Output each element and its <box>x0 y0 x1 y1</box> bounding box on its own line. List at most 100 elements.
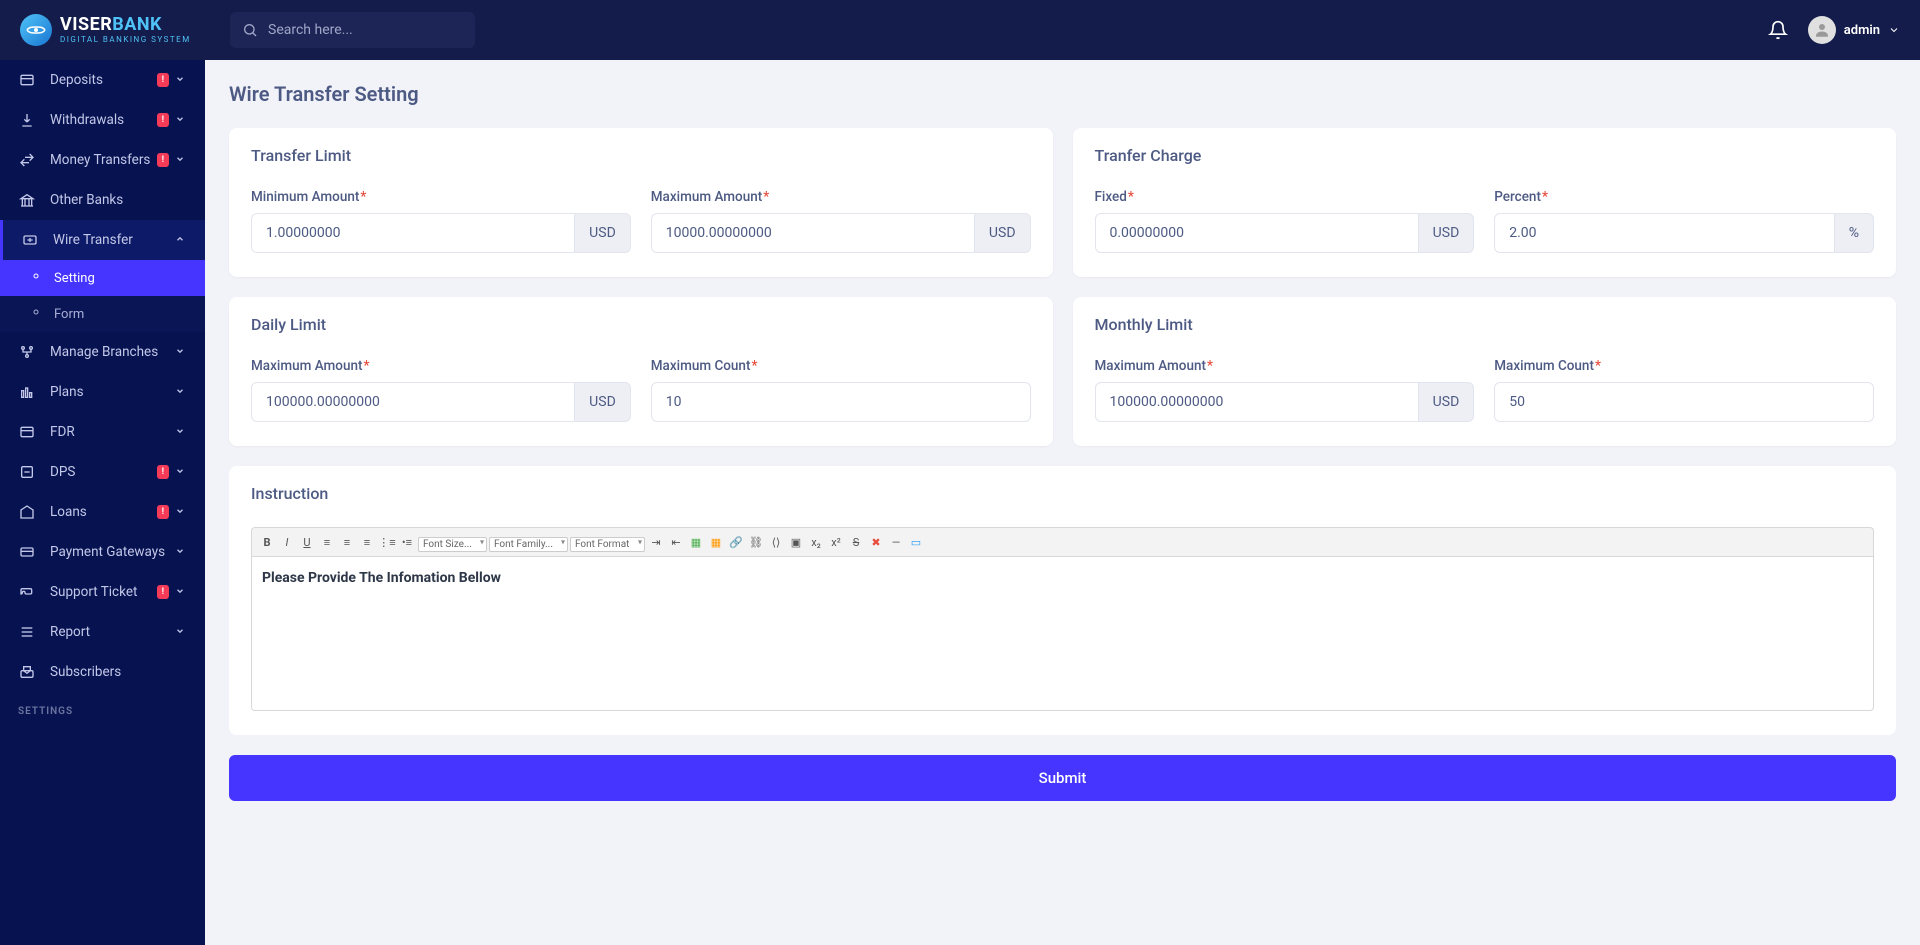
sidebar-item-manage-branches[interactable]: Manage Branches <box>0 332 205 372</box>
sidebar-item-money-transfers[interactable]: Money Transfers ! <box>0 140 205 180</box>
fixed-label: Fixed* <box>1095 189 1475 205</box>
image-icon[interactable]: ▣ <box>787 533 805 551</box>
card-title: Monthly Limit <box>1095 315 1875 334</box>
sidebar-item-report[interactable]: Report <box>0 612 205 652</box>
username: admin <box>1844 23 1880 38</box>
chevron-down-icon <box>175 424 187 440</box>
indent-icon[interactable]: ⇥ <box>647 533 665 551</box>
submit-button[interactable]: Submit <box>229 755 1896 801</box>
ordered-list-icon[interactable]: ⋮≡ <box>378 533 396 551</box>
underline-icon[interactable]: U <box>298 533 316 551</box>
unlink-icon[interactable]: ⛓ <box>747 533 765 551</box>
plans-icon <box>18 384 36 400</box>
hr-icon[interactable]: — <box>887 533 905 551</box>
transfer-charge-card: Tranfer Charge Fixed* USD Percent* % <box>1073 128 1897 277</box>
search-wrap <box>230 12 475 48</box>
sidebar-item-other-banks[interactable]: Other Banks <box>0 180 205 220</box>
sub-item-setting[interactable]: Setting <box>0 260 205 296</box>
daily-limit-card: Daily Limit Maximum Amount* USD Maximum … <box>229 297 1053 446</box>
highlight-icon[interactable]: ▦ <box>707 533 725 551</box>
card-title: Instruction <box>251 484 1874 503</box>
chevron-down-icon <box>175 344 187 360</box>
transfers-icon <box>18 152 36 168</box>
sidebar-item-label: Other Banks <box>50 192 187 208</box>
monthly-max-count-input[interactable] <box>1494 382 1874 422</box>
italic-icon[interactable]: I <box>278 533 296 551</box>
currency-addon: USD <box>575 213 631 253</box>
chevron-down-icon <box>175 72 187 88</box>
max-amount-input[interactable] <box>651 213 975 253</box>
chevron-down-icon <box>175 112 187 128</box>
circle-icon <box>30 270 42 286</box>
sidebar-item-plans[interactable]: Plans <box>0 372 205 412</box>
daily-max-amount-input[interactable] <box>251 382 575 422</box>
circle-icon <box>30 306 42 322</box>
subscribers-icon <box>18 664 36 680</box>
chevron-down-icon <box>175 152 187 168</box>
monthly-max-amount-input[interactable] <box>1095 382 1419 422</box>
media-icon[interactable]: ▭ <box>907 533 925 551</box>
font-size-select[interactable]: Font Size... <box>418 537 487 552</box>
palette-icon[interactable]: ▦ <box>687 533 705 551</box>
dps-icon <box>18 464 36 480</box>
withdrawals-icon <box>18 112 36 128</box>
alert-badge: ! <box>157 585 169 599</box>
code-icon[interactable]: ⟨⟩ <box>767 533 785 551</box>
sidebar-item-wire-transfer[interactable]: Wire Transfer <box>0 220 205 260</box>
bell-icon[interactable] <box>1768 20 1788 40</box>
avatar <box>1808 16 1836 44</box>
sidebar: Deposits ! Withdrawals ! Money Transfers… <box>0 60 205 945</box>
min-amount-input[interactable] <box>251 213 575 253</box>
sidebar-item-label: Manage Branches <box>50 344 175 360</box>
align-right-icon[interactable]: ≡ <box>358 533 376 551</box>
sidebar-item-fdr[interactable]: FDR <box>0 412 205 452</box>
sidebar-item-subscribers[interactable]: Subscribers <box>0 652 205 692</box>
sidebar-item-label: Deposits <box>50 72 157 88</box>
sidebar-item-label: Withdrawals <box>50 112 157 128</box>
card-title: Tranfer Charge <box>1095 146 1875 165</box>
ticket-icon <box>18 584 36 600</box>
search-input[interactable] <box>230 12 475 48</box>
branches-icon <box>18 344 36 360</box>
editor-content: Please Provide The Infomation Bellow <box>262 570 501 586</box>
chevron-up-icon <box>175 232 187 248</box>
strikethrough-icon[interactable]: S <box>847 533 865 551</box>
font-format-select[interactable]: Font Format <box>570 537 645 552</box>
daily-max-count-input[interactable] <box>651 382 1031 422</box>
logo-subtext: DIGITAL BANKING SYSTEM <box>60 36 191 44</box>
currency-addon: USD <box>1419 213 1475 253</box>
unordered-list-icon[interactable]: •≡ <box>398 533 416 551</box>
percent-input[interactable] <box>1494 213 1834 253</box>
fixed-input[interactable] <box>1095 213 1419 253</box>
align-center-icon[interactable]: ≡ <box>338 533 356 551</box>
chevron-down-icon <box>175 584 187 600</box>
transfer-limit-card: Transfer Limit Minimum Amount* USD Maxim… <box>229 128 1053 277</box>
sub-item-form[interactable]: Form <box>0 296 205 332</box>
alert-badge: ! <box>157 505 169 519</box>
sidebar-item-withdrawals[interactable]: Withdrawals ! <box>0 100 205 140</box>
logo[interactable]: VISERBANK DIGITAL BANKING SYSTEM <box>20 14 205 46</box>
outdent-icon[interactable]: ⇤ <box>667 533 685 551</box>
user-menu[interactable]: admin <box>1808 16 1900 44</box>
clear-format-icon[interactable]: ✖ <box>867 533 885 551</box>
editor-body[interactable]: Please Provide The Infomation Bellow <box>251 556 1874 711</box>
align-left-icon[interactable]: ≡ <box>318 533 336 551</box>
search-icon <box>242 22 258 38</box>
sidebar-item-loans[interactable]: Loans ! <box>0 492 205 532</box>
settings-section-label: SETTINGS <box>0 692 205 723</box>
sidebar-item-deposits[interactable]: Deposits ! <box>0 60 205 100</box>
monthly-limit-card: Monthly Limit Maximum Amount* USD Maximu… <box>1073 297 1897 446</box>
subscript-icon[interactable]: x₂ <box>807 533 825 551</box>
sidebar-item-payment-gateways[interactable]: Payment Gateways <box>0 532 205 572</box>
min-amount-label: Minimum Amount* <box>251 189 631 205</box>
sidebar-item-support-ticket[interactable]: Support Ticket ! <box>0 572 205 612</box>
superscript-icon[interactable]: x² <box>827 533 845 551</box>
chevron-down-icon <box>175 384 187 400</box>
main-content: Wire Transfer Setting Transfer Limit Min… <box>205 60 1920 823</box>
bold-icon[interactable]: B <box>258 533 276 551</box>
font-family-select[interactable]: Font Family... <box>489 537 568 552</box>
link-icon[interactable]: 🔗 <box>727 533 745 551</box>
sidebar-item-dps[interactable]: DPS ! <box>0 452 205 492</box>
chevron-down-icon <box>175 504 187 520</box>
sidebar-item-label: Money Transfers <box>50 152 157 168</box>
